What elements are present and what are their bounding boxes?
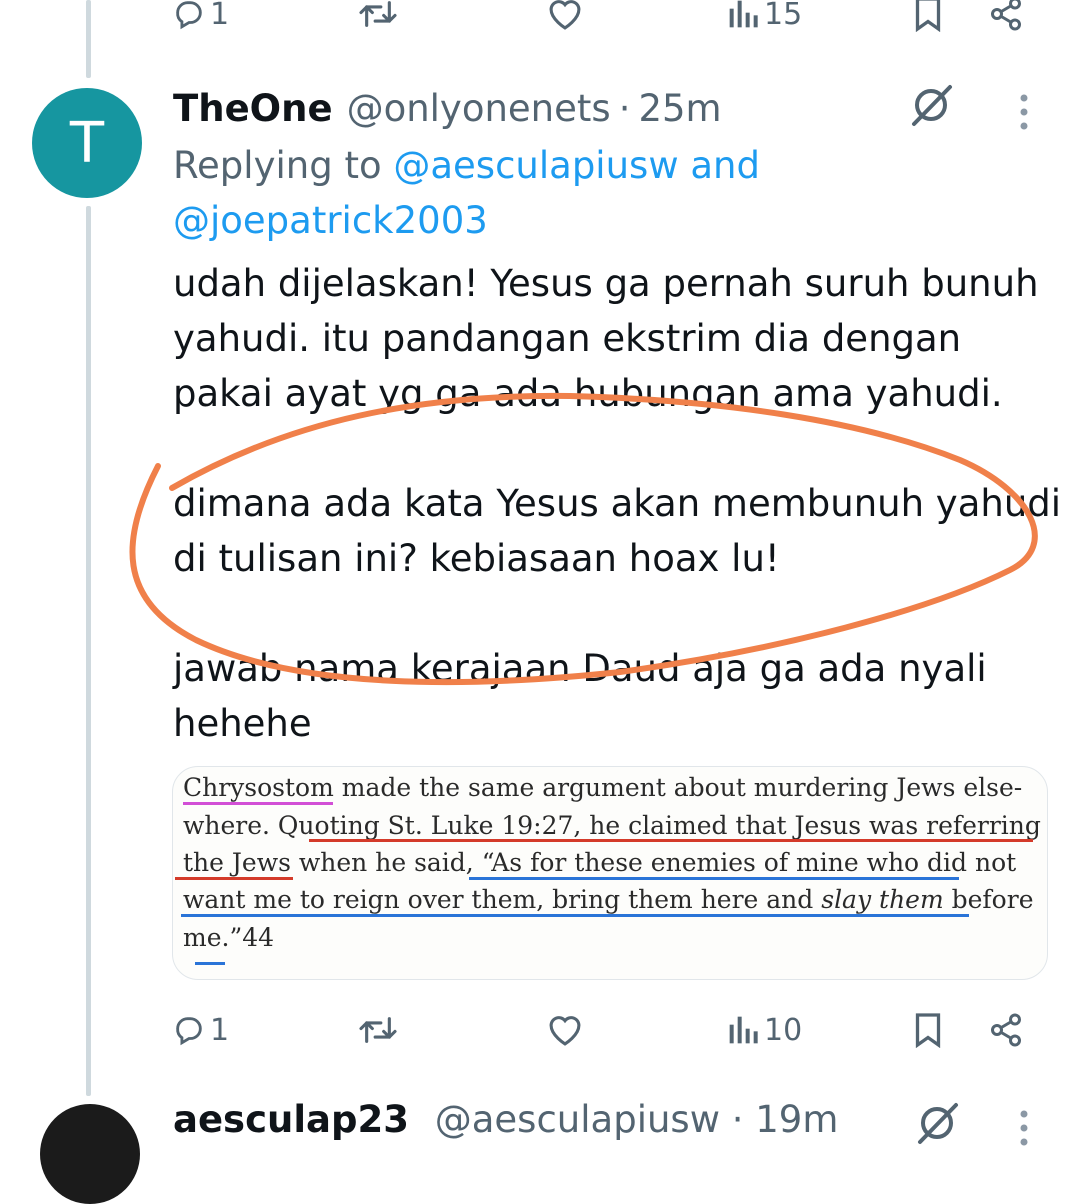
- replying-and[interactable]: and: [679, 144, 760, 187]
- image-text-segment: want me to reign over them, bring them h…: [183, 885, 822, 914]
- views-count: 15: [764, 0, 803, 32]
- display-name[interactable]: TheOne: [173, 87, 333, 130]
- image-text-italic: slay them: [821, 885, 944, 914]
- image-text-line: me.”44: [183, 923, 275, 952]
- views-button[interactable]: 15: [726, 0, 802, 44]
- repost-icon: [358, 0, 398, 31]
- replying-to: Replying to @aesculapiusw and @joepatric…: [173, 138, 993, 248]
- attached-image[interactable]: Chrysostom made the same argument about …: [172, 766, 1048, 980]
- image-text-segment: before: [943, 885, 1034, 914]
- thread-line-main: [86, 206, 91, 1096]
- next-display-name[interactable]: aesculap23: [173, 1098, 409, 1141]
- reply-button[interactable]: 1: [172, 1000, 229, 1060]
- repost-icon: [358, 1013, 398, 1047]
- next-tweet-avatar[interactable]: [40, 1104, 140, 1204]
- blue-underline: [181, 914, 969, 917]
- like-button[interactable]: [546, 0, 584, 44]
- views-icon: [726, 1014, 760, 1046]
- bookmark-button[interactable]: [912, 1000, 944, 1060]
- next-more-options-icon[interactable]: [1016, 1108, 1032, 1152]
- reply-button[interactable]: 1: [172, 0, 229, 44]
- red-underline: [175, 877, 293, 880]
- reply-icon: [172, 0, 206, 31]
- views-count: 10: [764, 1012, 803, 1048]
- mention-link[interactable]: @joepatrick2003: [173, 199, 488, 242]
- mention-link[interactable]: @aesculapiusw: [393, 144, 678, 187]
- red-underline: [309, 839, 1033, 842]
- image-text-line: the Jews when he said, “As for these ene…: [183, 848, 1017, 877]
- tweet-paragraph: udah dijelaskan! Yesus ga pernah suruh b…: [173, 262, 1039, 415]
- tweet-actions: 1 10: [0, 1000, 1080, 1060]
- image-text-line: where. Quoting St. Luke 19:27, he claime…: [183, 811, 1048, 840]
- tweet-paragraph: jawab nama kerajaan Daud aja ga ada nyal…: [173, 647, 987, 745]
- share-icon: [988, 0, 1024, 32]
- repost-button[interactable]: [358, 1000, 398, 1060]
- share-icon: [988, 1012, 1024, 1048]
- avatar[interactable]: T: [32, 88, 142, 198]
- replying-prefix: Replying to: [173, 144, 394, 187]
- reply-count: 1: [210, 1012, 230, 1048]
- heart-icon: [546, 1013, 584, 1047]
- tweet-text: udah dijelaskan! Yesus ga pernah suruh b…: [173, 256, 1063, 751]
- like-button[interactable]: [546, 1000, 584, 1060]
- image-text-line: Chrysostom made the same argument about …: [183, 773, 1023, 802]
- heart-icon: [546, 0, 584, 31]
- next-user-handle[interactable]: @aesculapiusw · 19m: [435, 1098, 839, 1141]
- views-icon: [726, 0, 760, 30]
- blue-underline: [195, 962, 225, 965]
- user-handle[interactable]: @onlyonenets: [347, 87, 611, 130]
- pink-underline: [183, 802, 333, 805]
- avatar-letter: T: [69, 110, 105, 176]
- repost-button[interactable]: [358, 0, 398, 44]
- reply-icon: [172, 1013, 206, 1047]
- header-separator: ·: [618, 86, 631, 130]
- more-options-icon[interactable]: [1016, 92, 1032, 136]
- next-tweet-header: aesculap23 @aesculapiusw · 19m: [173, 1098, 838, 1141]
- image-text-line: want me to reign over them, bring them h…: [183, 885, 1033, 914]
- bookmark-icon: [912, 1012, 944, 1048]
- tweet-paragraph: dimana ada kata Yesus akan membunuh yahu…: [173, 482, 1062, 580]
- next-grok-icon[interactable]: [912, 1100, 962, 1150]
- timestamp[interactable]: 25m: [638, 87, 721, 130]
- reply-count: 1: [210, 0, 230, 32]
- blue-underline: [469, 877, 959, 880]
- share-button[interactable]: [988, 1000, 1024, 1060]
- share-button[interactable]: [988, 0, 1024, 44]
- views-button[interactable]: 10: [726, 1000, 802, 1060]
- bookmark-button[interactable]: [912, 0, 944, 44]
- grok-icon[interactable]: [906, 82, 956, 132]
- tweet-header: TheOne @onlyonenets · 25m: [173, 80, 722, 136]
- previous-tweet-actions: 1 15: [0, 0, 1080, 44]
- bookmark-icon: [912, 0, 944, 32]
